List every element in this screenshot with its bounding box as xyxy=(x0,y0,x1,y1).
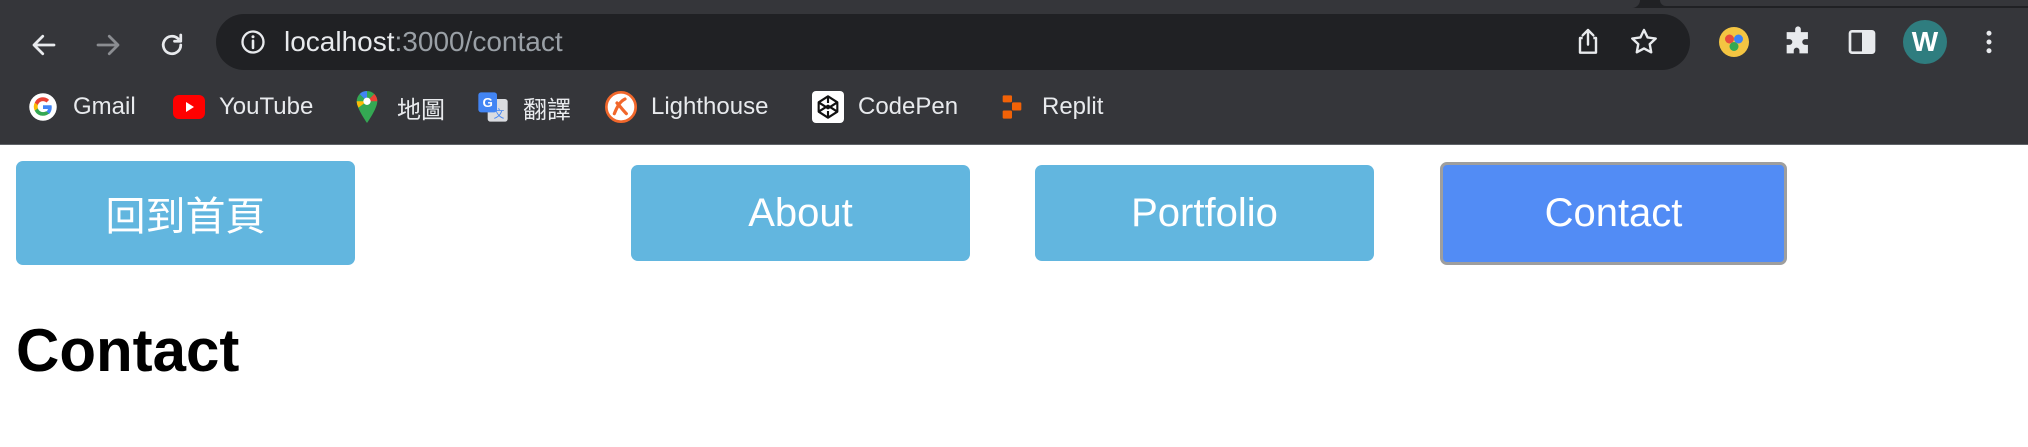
codepen-icon xyxy=(812,91,844,123)
address-bar[interactable]: localhost:3000/contact xyxy=(216,14,1690,70)
bookmark-label: Lighthouse xyxy=(651,93,769,120)
youtube-icon xyxy=(173,91,205,123)
bookmark-label: YouTube xyxy=(219,93,314,120)
forward-arrow-icon xyxy=(96,34,120,56)
puzzle-icon[interactable] xyxy=(1776,20,1820,64)
adjacent-tab-bottom xyxy=(1660,0,2028,6)
bookmark-codepen[interactable]: CodePen xyxy=(812,88,958,126)
replit-icon xyxy=(996,91,1028,123)
bookmark-label: Gmail xyxy=(73,93,136,120)
profile-avatar[interactable]: W xyxy=(1903,20,1947,64)
active-tab-bottom xyxy=(0,0,1640,8)
bookmark-youtube[interactable]: YouTube xyxy=(173,88,313,126)
url-text[interactable]: localhost:3000/contact xyxy=(284,27,563,57)
maps-pin-icon xyxy=(351,91,383,123)
about-button[interactable]: About xyxy=(631,165,970,261)
url-path: :3000/contact xyxy=(394,26,563,57)
portfolio-button[interactable]: Portfolio xyxy=(1035,165,1374,261)
browser-toolbar: localhost:3000/contact W Gmail YouTube 地… xyxy=(0,0,2028,145)
bookmark-label: 翻譯 xyxy=(523,96,571,124)
svg-text:G: G xyxy=(482,95,492,110)
back-arrow-icon xyxy=(32,34,56,56)
reload-button[interactable] xyxy=(149,22,195,68)
forward-button[interactable] xyxy=(85,22,131,68)
info-icon[interactable] xyxy=(238,27,268,57)
kebab-menu-icon[interactable] xyxy=(1967,20,2011,64)
translate-icon: G 文 xyxy=(477,91,509,123)
bookmark-replit[interactable]: Replit xyxy=(996,88,1103,126)
bookmarks-bar: Gmail YouTube 地圖 G 文 翻譯 Lighthouse CodeP… xyxy=(0,82,2028,132)
page-title: Contact xyxy=(16,317,240,384)
page-content: 回到首頁 About Portfolio Contact Contact xyxy=(0,145,2028,447)
bookmark-label: CodePen xyxy=(858,93,959,120)
home-button[interactable]: 回到首頁 xyxy=(16,161,355,265)
bookmark-maps[interactable]: 地圖 xyxy=(351,88,445,126)
bookmark-label: 地圖 xyxy=(397,96,445,124)
tab-strip-edge xyxy=(0,0,2028,8)
google-icon xyxy=(27,91,59,123)
reload-icon xyxy=(161,33,183,56)
star-icon[interactable] xyxy=(1628,26,1660,58)
colorful-extension-icon[interactable] xyxy=(1712,20,1756,64)
lighthouse-icon xyxy=(605,91,637,123)
url-host: localhost xyxy=(284,26,395,57)
bookmark-gmail[interactable]: Gmail xyxy=(27,88,136,126)
bookmark-label: Replit xyxy=(1042,93,1104,120)
contact-button[interactable]: Contact xyxy=(1440,162,1787,265)
back-button[interactable] xyxy=(21,22,67,68)
bookmark-translate[interactable]: G 文 翻譯 xyxy=(477,88,571,126)
bookmark-lighthouse[interactable]: Lighthouse xyxy=(605,88,768,126)
side-panel-icon[interactable] xyxy=(1840,20,1884,64)
svg-text:文: 文 xyxy=(494,108,505,121)
share-icon[interactable] xyxy=(1572,26,1604,58)
